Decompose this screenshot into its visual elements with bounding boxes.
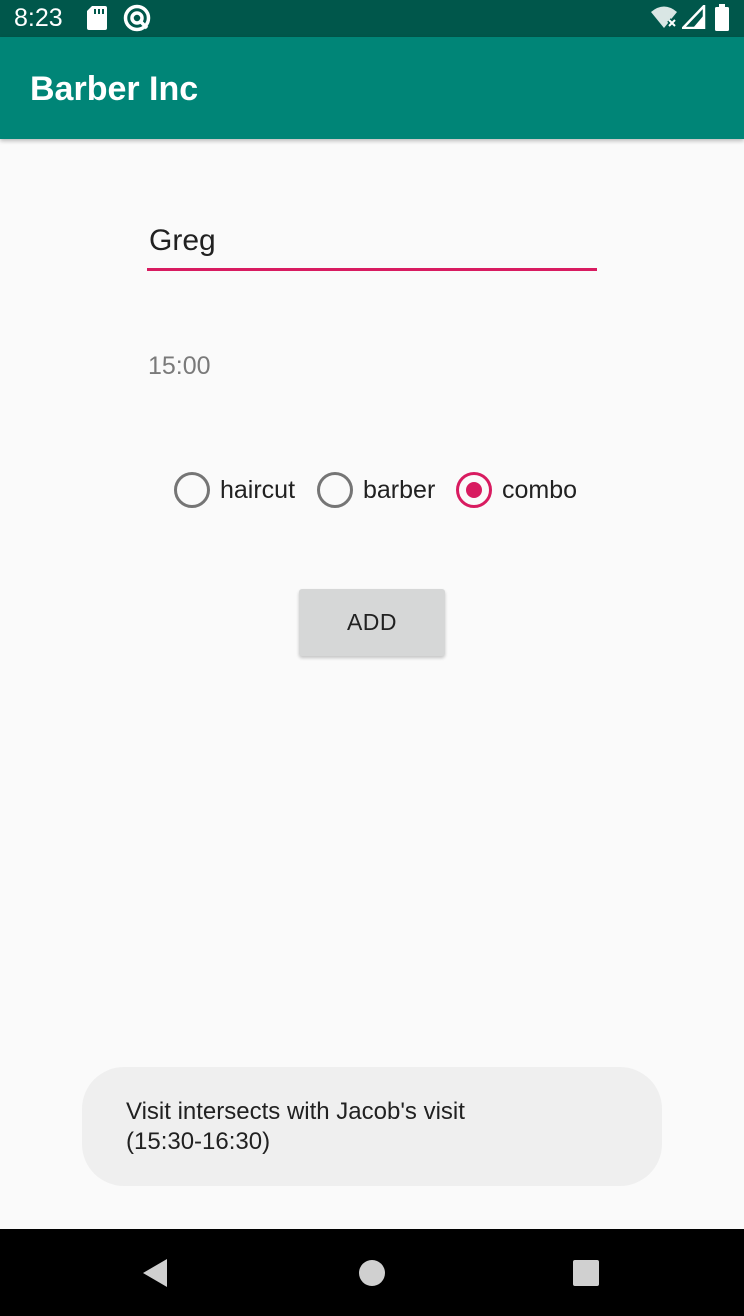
radio-label: haircut <box>220 476 296 504</box>
name-input[interactable]: Greg <box>147 215 597 271</box>
sd-card-icon <box>86 5 108 36</box>
battery-icon <box>714 4 730 37</box>
toast-line-2: (15:30-16:30) <box>126 1128 271 1155</box>
app-bar: Barber Inc <box>0 37 744 139</box>
navigation-bar <box>0 1229 744 1316</box>
radio-unchecked-icon <box>317 472 353 508</box>
time-picker-field[interactable]: 15:00 <box>148 350 211 382</box>
radio-label: barber <box>363 476 436 504</box>
app-title: Barber Inc <box>30 70 199 108</box>
status-bar: 8:23 <box>0 0 744 37</box>
toast-message: Visit intersects with Jacob's visit (15:… <box>82 1067 662 1186</box>
status-time: 8:23 <box>14 4 63 32</box>
add-button[interactable]: ADD <box>299 589 445 656</box>
toast-text: Visit intersects with Jacob's visit (15:… <box>126 1097 626 1157</box>
service-radio-group: haircut barber combo <box>172 466 602 514</box>
radio-checked-icon <box>456 472 492 508</box>
recents-icon[interactable] <box>572 1259 600 1292</box>
wifi-icon <box>650 5 678 34</box>
signal-icon <box>680 2 706 34</box>
home-icon[interactable] <box>358 1259 386 1292</box>
radio-label: combo <box>502 476 578 504</box>
name-input-value: Greg <box>149 224 216 257</box>
at-sign-icon <box>123 4 151 37</box>
toast-line-1: Visit intersects with Jacob's visit <box>126 1098 465 1125</box>
back-icon[interactable] <box>140 1257 170 1294</box>
radio-unchecked-icon <box>174 472 210 508</box>
